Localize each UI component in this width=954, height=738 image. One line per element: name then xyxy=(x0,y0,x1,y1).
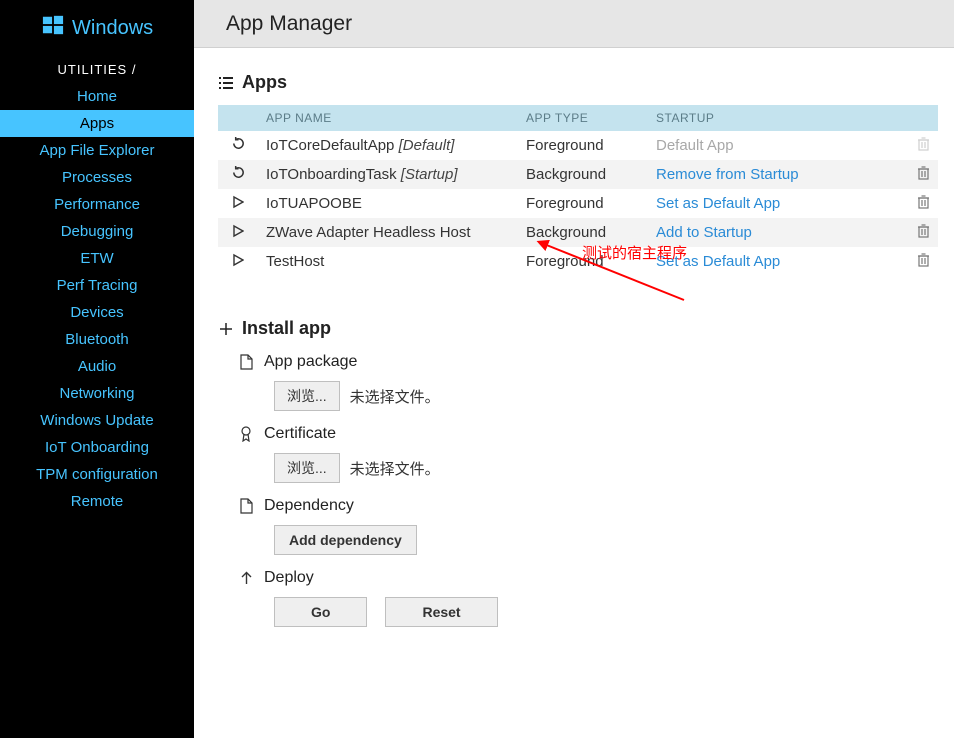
table-row: IoTCoreDefaultApp [Default] Foreground Def… xyxy=(218,131,938,160)
certificate-icon xyxy=(238,426,254,442)
deploy-header: Deploy xyxy=(238,569,938,587)
apps-section-header: Apps xyxy=(218,72,938,93)
app-type: Foreground xyxy=(518,189,648,218)
startup-action: Default App xyxy=(656,137,734,154)
page-title-bar: App Manager xyxy=(194,0,954,48)
startup-action[interactable]: Add to Startup xyxy=(656,224,752,241)
install-section: Install app App package 浏览... 未选择文件。 xyxy=(218,318,938,627)
dependency-header: Dependency xyxy=(238,497,938,515)
windows-logo-icon xyxy=(42,14,64,42)
annotation-text: 测试的宿主程序 xyxy=(582,242,687,263)
restart-icon[interactable] xyxy=(230,165,246,180)
sidebar-item-apps[interactable]: Apps xyxy=(0,110,194,137)
app-package-file-status: 未选择文件。 xyxy=(350,386,440,407)
restart-icon[interactable] xyxy=(230,136,246,151)
sidebar-item-audio[interactable]: Audio xyxy=(0,353,194,380)
certificate-file-status: 未选择文件。 xyxy=(350,458,440,479)
trash-icon xyxy=(917,138,930,155)
breadcrumb: UTILITIES / xyxy=(0,56,194,83)
list-icon xyxy=(218,76,234,90)
arrow-up-icon xyxy=(238,571,254,585)
apps-section-title: Apps xyxy=(242,72,287,93)
play-icon[interactable] xyxy=(230,195,246,209)
startup-action[interactable]: Set as Default App xyxy=(656,195,780,212)
col-delete xyxy=(908,105,938,131)
app-package-header: App package xyxy=(238,353,938,371)
col-control xyxy=(218,105,258,131)
table-row: ZWave Adapter Headless HostBackgroundAdd… xyxy=(218,218,938,247)
play-icon[interactable] xyxy=(230,253,246,267)
app-name-suffix: [Startup] xyxy=(397,166,458,183)
deploy-label: Deploy xyxy=(264,569,314,587)
trash-icon[interactable] xyxy=(917,196,930,213)
nav-list: HomeAppsApp File ExplorerProcessesPerfor… xyxy=(0,83,194,515)
sidebar-item-bluetooth[interactable]: Bluetooth xyxy=(0,326,194,353)
startup-action[interactable]: Remove from Startup xyxy=(656,166,799,183)
sidebar-item-perf-tracing[interactable]: Perf Tracing xyxy=(0,272,194,299)
table-row: IoTUAPOOBE Foreground Set as Default App xyxy=(218,189,938,218)
trash-icon[interactable] xyxy=(917,225,930,242)
play-icon[interactable] xyxy=(230,224,246,238)
sidebar-item-debugging[interactable]: Debugging xyxy=(0,218,194,245)
plus-icon xyxy=(218,322,234,336)
col-startup: STARTUP xyxy=(648,105,908,131)
app-name: ZWave Adapter Headless Host xyxy=(266,224,471,241)
sidebar-item-performance[interactable]: Performance xyxy=(0,191,194,218)
brand-label: Windows xyxy=(72,17,153,40)
sidebar-item-remote[interactable]: Remote xyxy=(0,488,194,515)
table-row: TestHostForegroundSet as Default App xyxy=(218,247,938,276)
browse-certificate-button[interactable]: 浏览... xyxy=(274,453,340,483)
file-icon xyxy=(238,498,254,514)
brand: Windows xyxy=(0,0,194,56)
trash-icon[interactable] xyxy=(917,254,930,271)
app-type: Background xyxy=(518,160,648,189)
sidebar-item-etw[interactable]: ETW xyxy=(0,245,194,272)
col-app-type: APP TYPE xyxy=(518,105,648,131)
apps-table: APP NAME APP TYPE STARTUP IoTCoreDefault… xyxy=(218,105,938,276)
sidebar-item-tpm-configuration[interactable]: TPM configuration xyxy=(0,461,194,488)
content: Apps APP NAME APP TYPE STARTUP IoTCoreDe… xyxy=(194,48,954,637)
sidebar-item-iot-onboarding[interactable]: IoT Onboarding xyxy=(0,434,194,461)
sidebar-item-home[interactable]: Home xyxy=(0,83,194,110)
sidebar-item-windows-update[interactable]: Windows Update xyxy=(0,407,194,434)
sidebar: Windows UTILITIES / HomeAppsApp File Exp… xyxy=(0,0,194,738)
app-name: IoTUAPOOBE xyxy=(266,195,362,212)
install-section-header: Install app xyxy=(218,318,938,339)
main: App Manager Apps APP NAME APP TYPE START… xyxy=(194,0,954,738)
app-name-suffix: [Default] xyxy=(394,137,454,154)
app-name: IoTOnboardingTask xyxy=(266,166,397,183)
page-title: App Manager xyxy=(226,12,352,36)
sidebar-item-devices[interactable]: Devices xyxy=(0,299,194,326)
table-row: IoTOnboardingTask [Startup] Background Rem… xyxy=(218,160,938,189)
app-name: IoTCoreDefaultApp xyxy=(266,137,394,154)
go-button[interactable]: Go xyxy=(274,597,367,627)
certificate-header: Certificate xyxy=(238,425,938,443)
add-dependency-button[interactable]: Add dependency xyxy=(274,525,417,555)
app-type: Foreground xyxy=(518,131,648,160)
trash-icon[interactable] xyxy=(917,167,930,184)
app-package-label: App package xyxy=(264,353,357,371)
sidebar-item-app-file-explorer[interactable]: App File Explorer xyxy=(0,137,194,164)
col-app-name: APP NAME xyxy=(258,105,518,131)
browse-app-package-button[interactable]: 浏览... xyxy=(274,381,340,411)
sidebar-item-processes[interactable]: Processes xyxy=(0,164,194,191)
certificate-label: Certificate xyxy=(264,425,336,443)
install-section-title: Install app xyxy=(242,318,331,339)
dependency-label: Dependency xyxy=(264,497,354,515)
file-icon xyxy=(238,354,254,370)
app-name: TestHost xyxy=(266,253,324,270)
sidebar-item-networking[interactable]: Networking xyxy=(0,380,194,407)
reset-button[interactable]: Reset xyxy=(385,597,497,627)
